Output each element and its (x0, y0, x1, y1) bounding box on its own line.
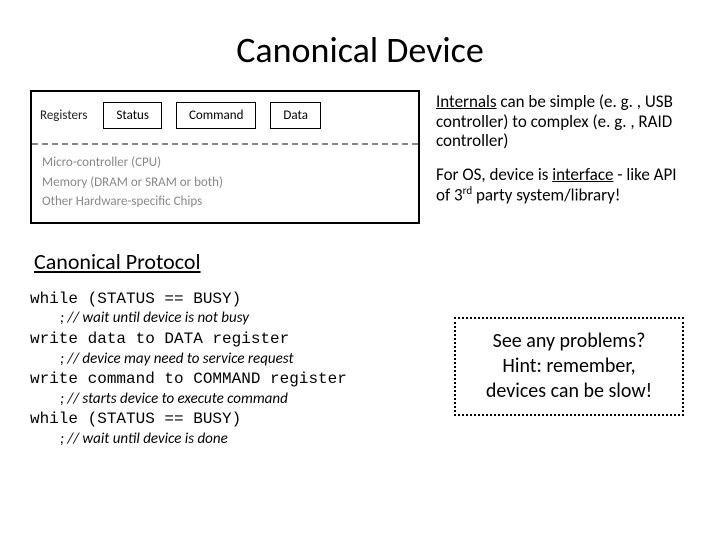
code-line: while (STATUS == BUSY) (30, 289, 430, 310)
slide: Canonical Device Registers Status Comman… (0, 0, 720, 470)
note-interface-sup: rd (463, 183, 473, 197)
problems-callout: See any problems? Hint: remember, device… (454, 317, 684, 416)
protocol-code: while (STATUS == BUSY) ; // wait until d… (30, 289, 430, 450)
code-comment: ; // wait until device is done (30, 430, 430, 450)
bottom-row: while (STATUS == BUSY) ; // wait until d… (30, 289, 690, 450)
notes-column: Internals can be simple (e. g. , USB con… (436, 90, 690, 219)
device-diagram-box: Registers Status Command Data Micro-cont… (30, 90, 420, 224)
callout-wrap: See any problems? Hint: remember, device… (454, 289, 690, 416)
register-status: Status (103, 102, 162, 129)
protocol-heading: Canonical Protocol (34, 248, 690, 275)
internals-line: Micro-controller (CPU) (42, 153, 408, 173)
registers-label: Registers (40, 108, 87, 123)
register-data: Data (270, 102, 321, 129)
code-line: write command to COMMAND register (30, 369, 430, 390)
device-diagram: Registers Status Command Data Micro-cont… (30, 90, 420, 224)
diagram-internals: Micro-controller (CPU) Memory (DRAM or S… (32, 145, 418, 222)
note-internals: Internals can be simple (e. g. , USB con… (436, 92, 690, 151)
diagram-interface-row: Registers Status Command Data (32, 92, 418, 145)
note-interface-e: party system/library! (472, 185, 620, 206)
note-internals-keyword: Internals (436, 91, 497, 112)
note-interface-keyword: interface (552, 164, 613, 185)
callout-line: devices can be slow! (468, 379, 670, 404)
code-line: write data to DATA register (30, 329, 430, 350)
callout-line: Hint: remember, (468, 354, 670, 379)
callout-line: See any problems? (468, 329, 670, 354)
register-command: Command (176, 102, 256, 129)
note-interface-a: For OS, device is (436, 164, 552, 185)
code-line: while (STATUS == BUSY) (30, 409, 430, 430)
note-interface: For OS, device is interface - like API o… (436, 165, 690, 206)
internals-line: Memory (DRAM or SRAM or both) (42, 173, 408, 193)
code-comment: ; // device may need to service request (30, 350, 430, 370)
code-comment: ; // starts device to execute command (30, 390, 430, 410)
top-row: Registers Status Command Data Micro-cont… (30, 90, 690, 224)
internals-line: Other Hardware-specific Chips (42, 192, 408, 212)
code-comment: ; // wait until device is not busy (30, 309, 430, 329)
slide-title: Canonical Device (30, 28, 690, 72)
